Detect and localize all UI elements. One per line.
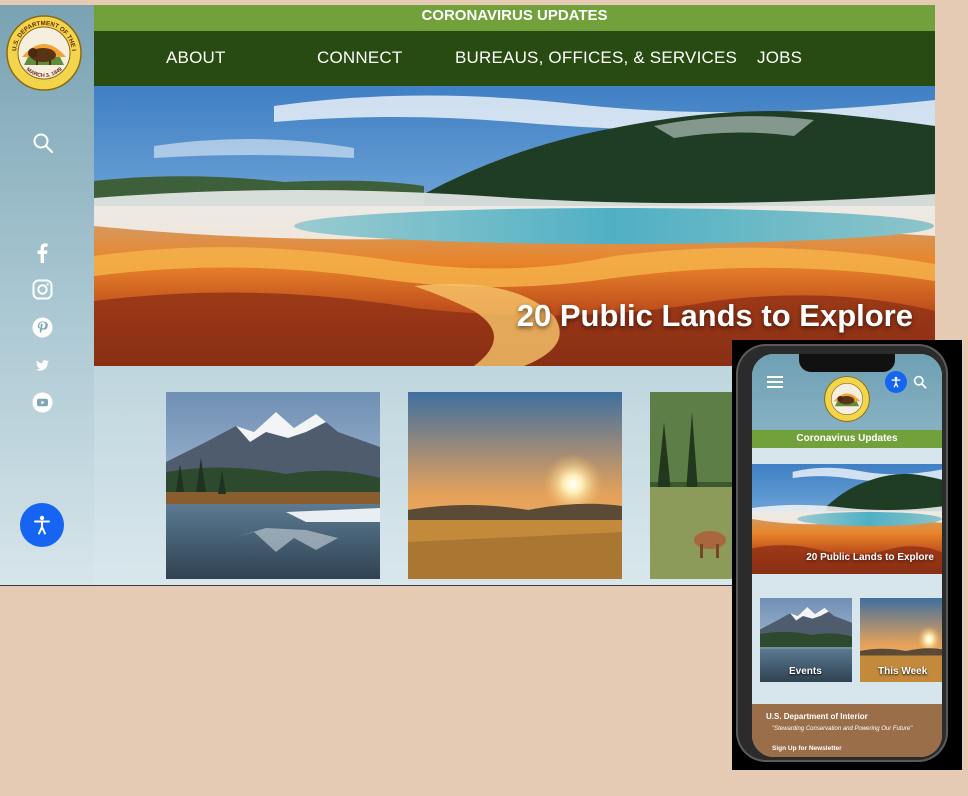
- menu-icon[interactable]: [767, 376, 783, 388]
- mobile-card-events[interactable]: Events: [760, 598, 852, 682]
- mobile-mockup: Coronavirus Updates 20 Public Lands to E…: [732, 340, 962, 770]
- coronavirus-updates-link[interactable]: CORONAVIRUS UPDATES: [421, 7, 607, 24]
- mountain-lake-image: [166, 392, 380, 579]
- main-nav: ABOUT CONNECT BUREAUS, OFFICES, & SERVIC…: [94, 31, 935, 86]
- mobile-card-this-week[interactable]: This Week: [860, 598, 942, 682]
- search-icon[interactable]: [32, 132, 54, 154]
- coronavirus-updates-banner[interactable]: CORONAVIRUS UPDATES: [94, 5, 935, 31]
- pinterest-icon[interactable]: [32, 317, 53, 338]
- mobile-card-events-label: Events: [789, 666, 822, 677]
- footer-org-name: U.S. Department of Interior: [766, 712, 868, 721]
- footer-tagline: "Stewarding Conservation and Powering Ou…: [772, 726, 913, 732]
- facebook-icon[interactable]: [34, 243, 50, 263]
- prairie-sunset-image: [408, 392, 622, 579]
- twitter-icon[interactable]: [36, 360, 49, 371]
- mobile-screen: Coronavirus Updates 20 Public Lands to E…: [752, 354, 942, 757]
- instagram-icon[interactable]: [32, 279, 53, 300]
- accessibility-button[interactable]: [20, 503, 64, 547]
- hero-title[interactable]: 20 Public Lands to Explore: [517, 298, 913, 334]
- mobile-card-this-week-label: This Week: [878, 666, 928, 677]
- mobile-search-icon[interactable]: [913, 375, 927, 389]
- nav-item-connect[interactable]: CONNECT: [317, 31, 402, 85]
- nav-item-jobs[interactable]: JOBS: [757, 31, 802, 85]
- hero-banner[interactable]: 20 Public Lands to Explore: [94, 86, 935, 366]
- youtube-icon[interactable]: [32, 392, 53, 413]
- mobile-hero-banner[interactable]: 20 Public Lands to Explore: [752, 464, 942, 574]
- phone-notch: [799, 354, 895, 372]
- sidebar: U.S. DEPARTMENT OF THE INTERIOR MARCH 3,…: [0, 5, 94, 586]
- nav-item-about[interactable]: ABOUT: [166, 31, 226, 85]
- accessibility-icon: [34, 515, 50, 535]
- feature-card-sunset[interactable]: [408, 392, 622, 579]
- mobile-doi-seal-logo[interactable]: [824, 376, 870, 422]
- feature-card-mountain[interactable]: [166, 392, 380, 579]
- newsletter-signup-link[interactable]: Sign Up for Newsletter: [772, 745, 842, 752]
- mobile-hero-title[interactable]: 20 Public Lands to Explore: [806, 552, 934, 563]
- mobile-accessibility-icon: [891, 376, 901, 388]
- mobile-footer: U.S. Department of Interior "Stewarding …: [752, 704, 942, 757]
- mobile-coronavirus-updates-banner[interactable]: Coronavirus Updates: [752, 430, 942, 448]
- nav-item-bureaus-offices-services[interactable]: BUREAUS, OFFICES, & SERVICES: [455, 31, 737, 85]
- doi-seal-logo[interactable]: U.S. DEPARTMENT OF THE INTERIOR MARCH 3,…: [6, 15, 82, 91]
- mobile-accessibility-button[interactable]: [885, 371, 907, 393]
